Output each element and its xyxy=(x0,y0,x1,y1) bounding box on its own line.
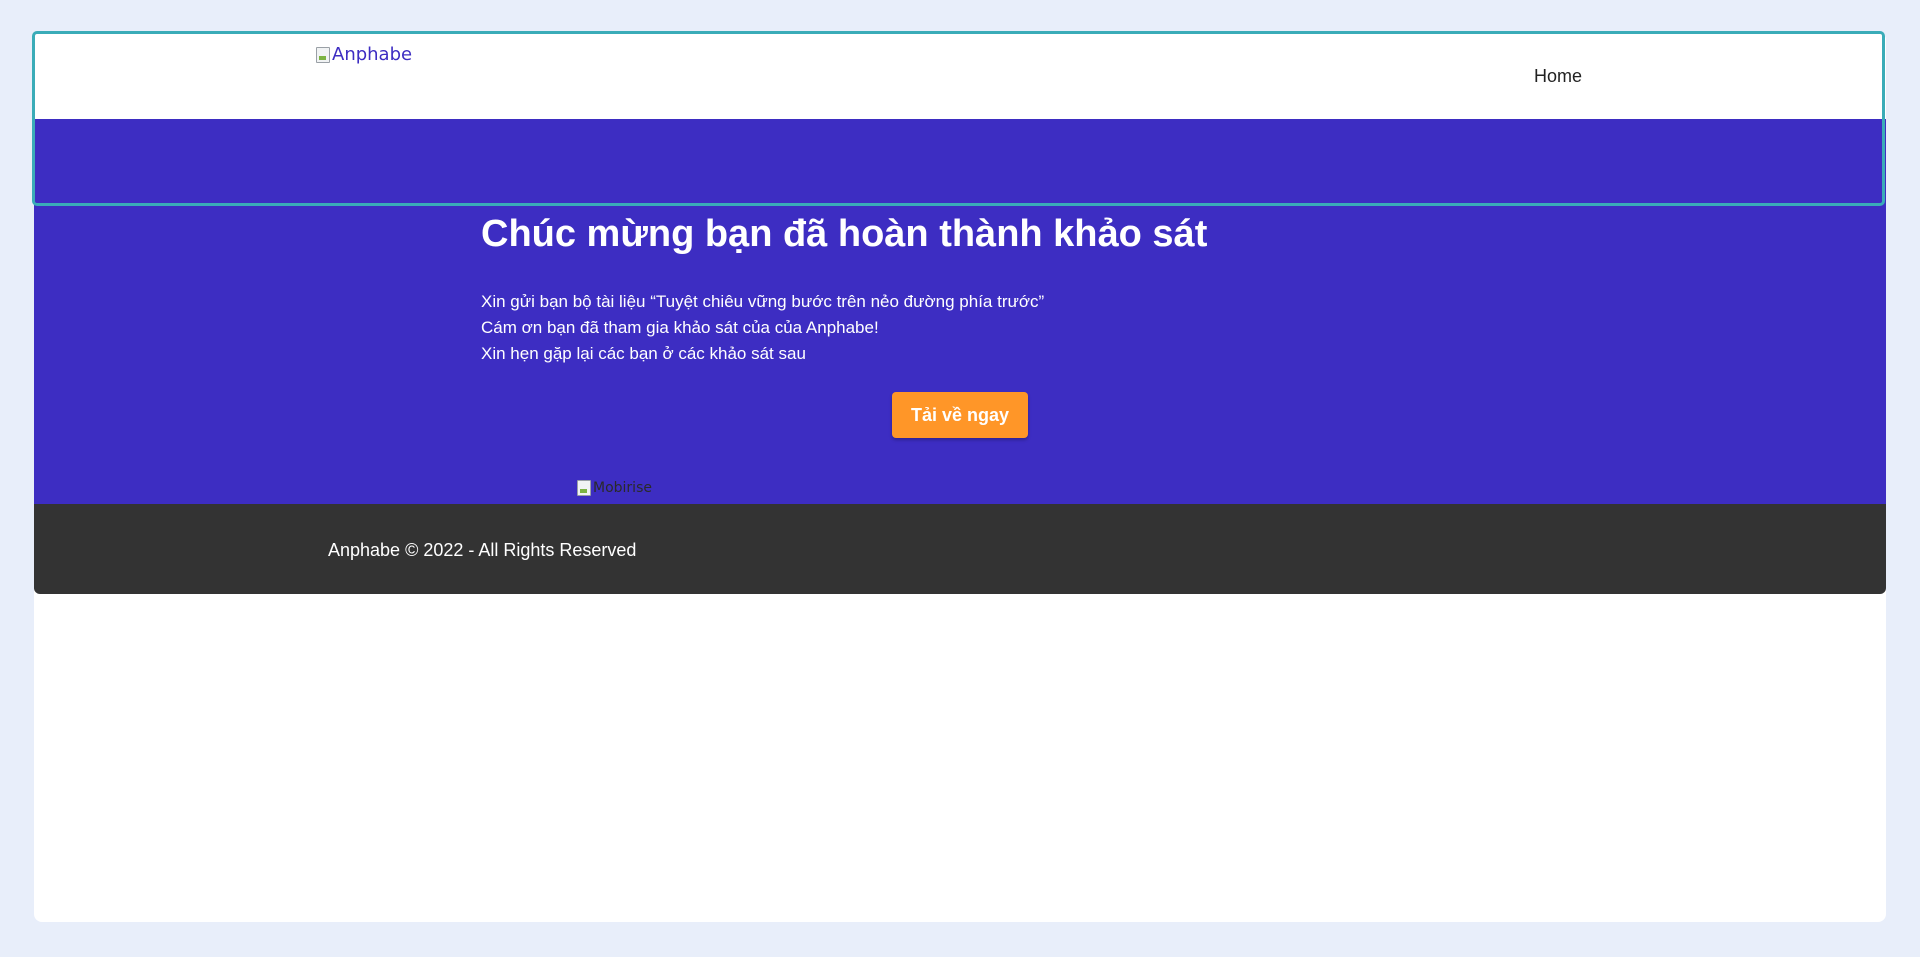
hero-line: Xin gửi bạn bộ tài liệu “Tuyệt chiêu vữn… xyxy=(481,292,1045,311)
mobirise-image: Mobirise xyxy=(577,480,652,496)
logo-alt-text: Anphabe xyxy=(332,44,413,65)
hero-section: Chúc mừng bạn đã hoàn thành khảo sát Xin… xyxy=(34,119,1886,504)
hero-line: Cám ơn bạn đã tham gia khảo sát của của … xyxy=(481,318,879,337)
hero-message: Xin gửi bạn bộ tài liệu “Tuyệt chiêu vữn… xyxy=(481,289,1044,367)
site-header: Anphabe Home xyxy=(34,32,1886,119)
logo-link[interactable]: Anphabe xyxy=(316,44,412,65)
mobirise-alt-text: Mobirise xyxy=(593,480,652,496)
download-button[interactable]: Tải về ngay xyxy=(892,392,1028,438)
site-footer: Anphabe © 2022 - All Rights Reserved xyxy=(34,504,1886,594)
broken-image-icon xyxy=(316,46,330,63)
page-frame: Anphabe Home Chúc mừng bạn đã hoàn thành… xyxy=(34,32,1886,922)
broken-image-icon xyxy=(577,480,591,496)
hero-title: Chúc mừng bạn đã hoàn thành khảo sát xyxy=(481,213,1208,255)
footer-copyright: Anphabe © 2022 - All Rights Reserved xyxy=(328,540,637,560)
hero-line: Xin hẹn gặp lại các bạn ở các khảo sát s… xyxy=(481,344,806,363)
nav-home-link[interactable]: Home xyxy=(1534,66,1582,87)
